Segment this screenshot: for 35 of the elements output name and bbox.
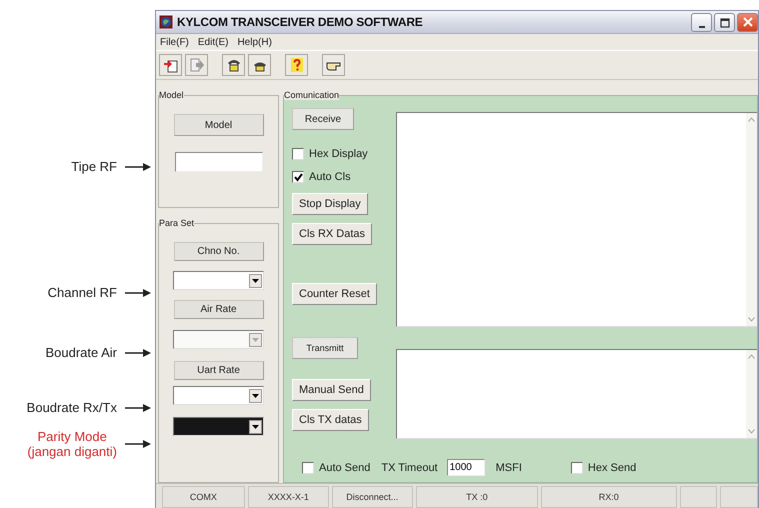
parameter-button[interactable]: Uart Rate: [174, 361, 264, 380]
status-pane: RX:0: [541, 486, 677, 508]
status-pane: COMX: [162, 486, 245, 508]
menu-item[interactable]: Edit(E): [198, 36, 228, 48]
checkbox[interactable]: Hex Send: [570, 462, 636, 474]
annotation-label: Parity Mode (jangan diganti): [27, 429, 117, 459]
checkbox[interactable]: Hex Display: [292, 148, 368, 160]
action-button[interactable]: Cls RX Datas: [292, 223, 372, 245]
model-button[interactable]: Model: [174, 114, 264, 136]
action-button[interactable]: Counter Reset: [292, 283, 377, 305]
timeout-field[interactable]: 1000: [446, 459, 485, 476]
group-title: Comunication: [284, 90, 340, 100]
status-pane: XXXX-X-1: [248, 486, 329, 508]
status-pane: Disconnect...: [332, 486, 413, 508]
action-button[interactable]: Manual Send: [292, 379, 371, 401]
status-pane: TX :0: [416, 486, 538, 508]
parameter-button[interactable]: Chno No.: [174, 242, 264, 261]
parameter-button[interactable]: Air Rate: [174, 300, 264, 319]
window-title: KYLCOM TRANSCEIVER DEMO SOFTWARE: [177, 15, 423, 29]
checkbox[interactable]: Auto Send: [302, 462, 370, 474]
checkbox[interactable]: Auto Cls: [292, 171, 351, 183]
menu-item[interactable]: Help(H): [237, 36, 272, 48]
unit-label: MSFI: [496, 462, 522, 474]
annotation-label: Tipe RF: [71, 159, 117, 175]
action-button[interactable]: Cls TX datas: [292, 409, 369, 431]
menu-item[interactable]: File(F): [160, 36, 189, 48]
action-button[interactable]: Stop Display: [292, 193, 368, 215]
transmit-button[interactable]: Transmitt: [292, 337, 358, 359]
group-title: Model: [159, 90, 184, 100]
receive-button[interactable]: Receive: [292, 108, 354, 130]
timeout-label: TX Timeout: [381, 462, 438, 474]
group-title: Para Set: [159, 218, 194, 228]
annotation-label: Boudrate Air: [45, 345, 117, 361]
annotation-label: Boudrate Rx/Tx: [26, 400, 117, 416]
annotation-label: Channel RF: [48, 285, 117, 301]
